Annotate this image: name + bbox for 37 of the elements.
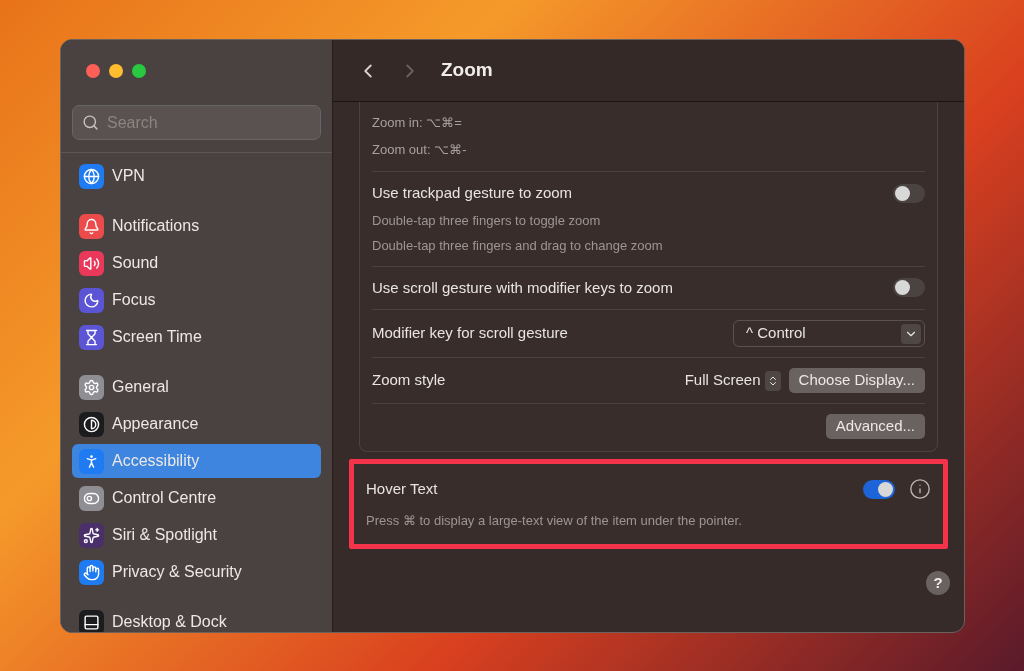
- setting-label: Use scroll gesture with modifier keys to zoom: [372, 277, 673, 298]
- shortcut-text: Zoom out: ⌥⌘-: [372, 140, 468, 159]
- close-window-button[interactable]: [86, 64, 100, 78]
- sidebar-item[interactable]: Notifications: [72, 209, 321, 243]
- sidebar-item[interactable]: General: [72, 370, 321, 404]
- sidebar-item[interactable]: Sound: [72, 246, 321, 280]
- sidebar-item[interactable]: Siri & Spotlight: [72, 518, 321, 552]
- setting-label: Use trackpad gesture to zoom: [372, 183, 573, 203]
- dropdown[interactable]: ^ Control: [733, 320, 925, 347]
- sidebar-item[interactable]: Focus: [72, 283, 321, 317]
- popup-menu[interactable]: Full Screen: [684, 369, 781, 392]
- sidebar-item[interactable]: Control Centre: [72, 481, 321, 515]
- sidebar-item[interactable]: Appearance: [72, 407, 321, 441]
- setting-description: Press ⌘ to display a large-text view of the item under the pointer.: [366, 511, 743, 530]
- chevron-down-icon: [901, 323, 921, 344]
- setting-label: Modifier key for scroll gesture: [372, 323, 568, 344]
- sidebar-item[interactable]: VPN: [72, 159, 321, 193]
- setting-label: Zoom style: [372, 370, 446, 391]
- zoom-window-button[interactable]: [132, 64, 146, 78]
- up-down-icon: [764, 370, 781, 391]
- toggle-switch[interactable]: [893, 278, 925, 298]
- shortcut-text: Zoom in: ⌥⌘=: [372, 114, 463, 132]
- toggle-switch[interactable]: [863, 479, 895, 499]
- info-icon[interactable]: [909, 478, 931, 501]
- sidebar-item[interactable]: Desktop & Dock: [72, 605, 321, 632]
- minimize-window-button[interactable]: [109, 64, 123, 78]
- help-button[interactable]: ?: [926, 571, 950, 595]
- page-title: Zoom: [441, 58, 493, 83]
- setting-label: Hover Text: [366, 479, 438, 499]
- sidebar-item[interactable]: Screen Time: [72, 320, 321, 354]
- advanced-button[interactable]: Advanced...: [825, 414, 925, 439]
- search-icon: [82, 114, 99, 131]
- toggle-switch[interactable]: [893, 183, 925, 203]
- setting-description: Double-tap three fingers and drag to change zoom: [372, 237, 664, 255]
- choose-display-button[interactable]: Choose Display...: [788, 368, 925, 393]
- setting-description: Double-tap three fingers to toggle zoom: [372, 211, 602, 230]
- sidebar-item[interactable]: Privacy & Security: [72, 555, 321, 589]
